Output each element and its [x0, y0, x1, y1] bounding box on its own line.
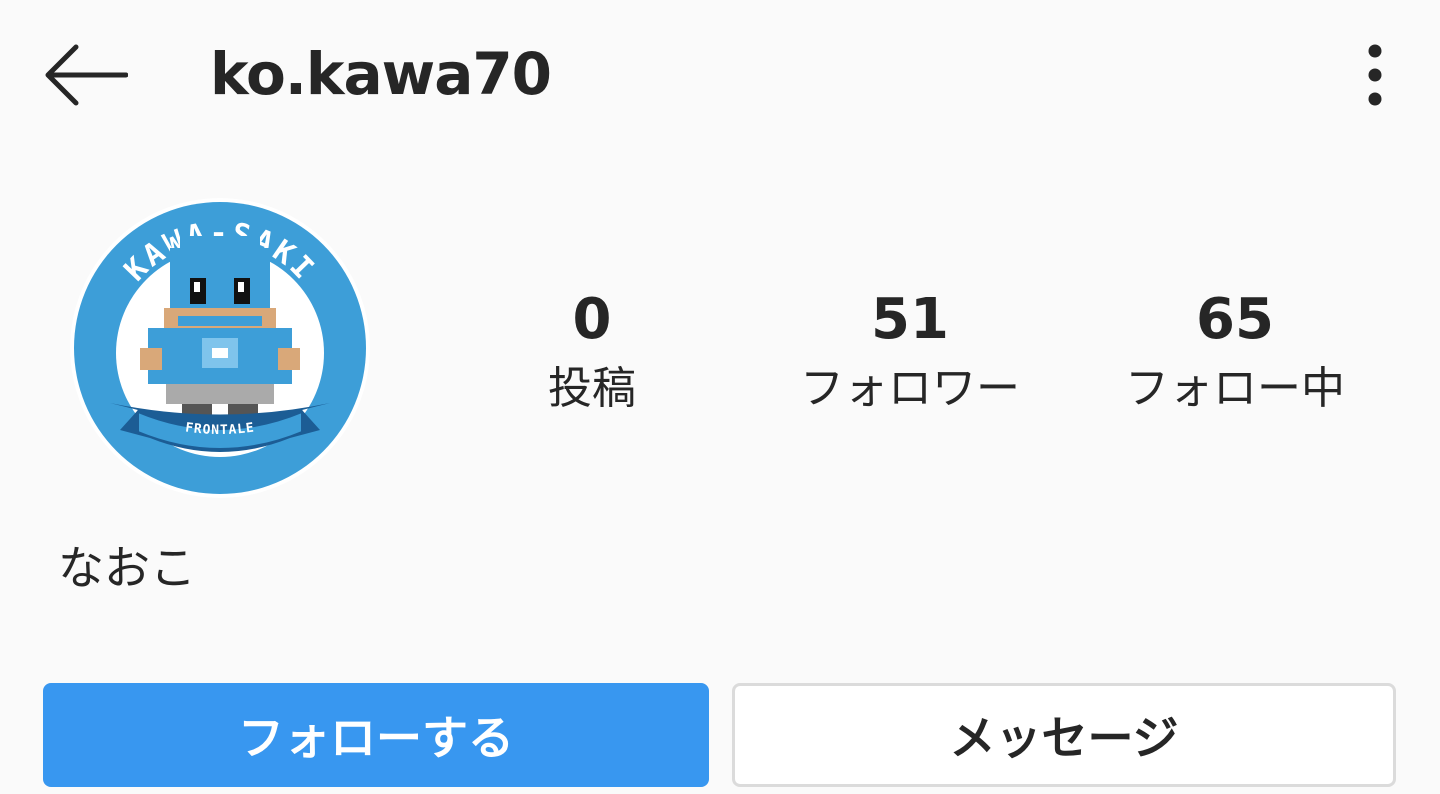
more-options-button[interactable]	[1340, 30, 1410, 120]
arrow-left-icon	[45, 44, 128, 106]
profile-screen: ko.kawa70 KAWA-SAKI FRONTALE 0 投稿 51 フォロ…	[0, 0, 1440, 794]
profile-username: ko.kawa70	[210, 40, 552, 108]
followers-label: フォロワー	[800, 363, 1020, 414]
followers-count: 51	[871, 287, 949, 352]
following-count: 65	[1196, 287, 1274, 352]
profile-full-name: なおこ	[58, 541, 196, 595]
more-vertical-icon	[1368, 44, 1382, 106]
profile-avatar[interactable]: KAWA-SAKI FRONTALE	[70, 198, 370, 498]
stat-posts[interactable]: 0 投稿	[492, 285, 692, 421]
avatar-mascot-icon: KAWA-SAKI FRONTALE	[70, 198, 370, 498]
stat-following[interactable]: 65 フォロー中	[1100, 285, 1370, 421]
posts-count: 0	[572, 287, 612, 352]
stat-followers[interactable]: 51 フォロワー	[780, 285, 1040, 421]
following-label: フォロー中	[1125, 363, 1345, 414]
posts-label: 投稿	[548, 363, 636, 414]
message-button[interactable]: メッセージ	[732, 683, 1396, 787]
back-button[interactable]	[30, 30, 140, 120]
follow-button[interactable]: フォローする	[43, 683, 709, 787]
top-bar: ko.kawa70	[0, 0, 1440, 150]
